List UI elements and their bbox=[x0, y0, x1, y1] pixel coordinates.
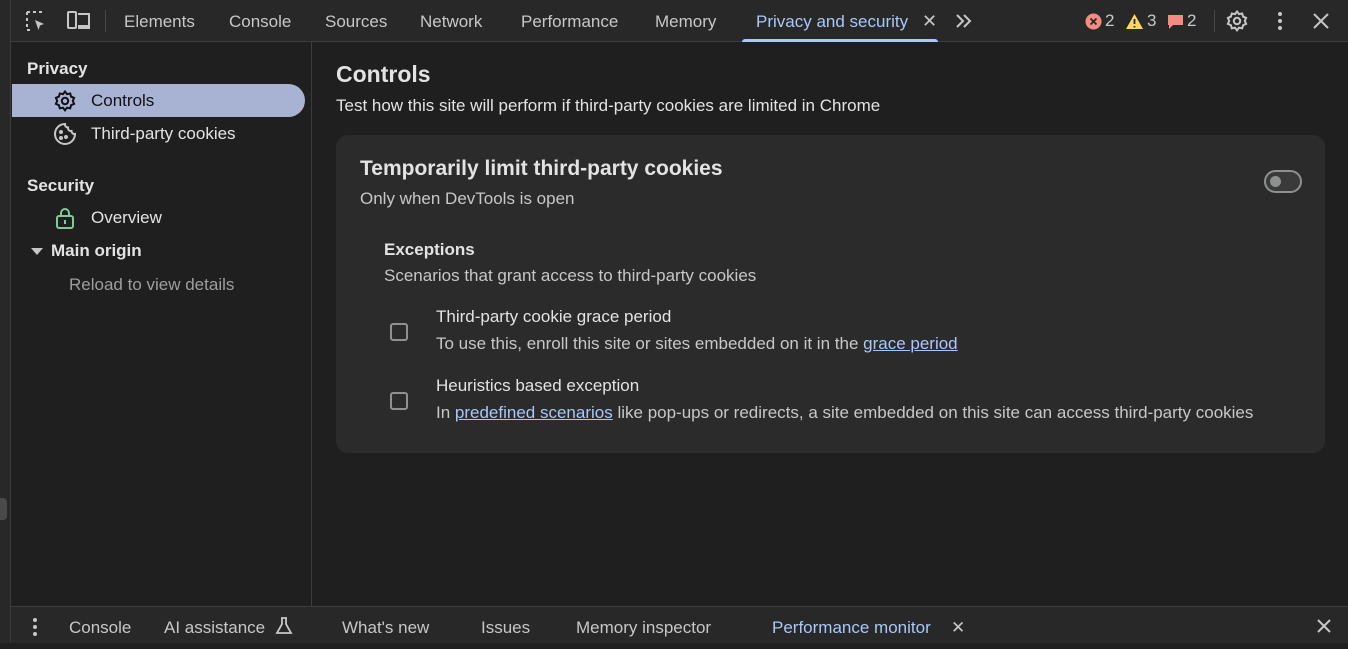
heuristics-description: In predefined scenarios like pop-ups or … bbox=[436, 403, 1253, 423]
tab-network[interactable]: Network bbox=[420, 0, 482, 42]
close-icon[interactable] bbox=[1309, 9, 1333, 33]
inspect-element-icon[interactable] bbox=[24, 9, 48, 33]
gear-icon bbox=[53, 89, 77, 113]
exceptions-subtitle: Scenarios that grant access to third-par… bbox=[384, 266, 757, 285]
tab-performance[interactable]: Performance bbox=[521, 0, 618, 42]
card-subtitle: Only when DevTools is open bbox=[360, 189, 575, 208]
sidebar-item-label: Overview bbox=[91, 207, 162, 227]
limit-cookies-toggle[interactable] bbox=[1264, 170, 1302, 193]
cookie-controls-card: Temporarily limit third-party cookies On… bbox=[336, 135, 1325, 453]
device-toolbar-icon[interactable] bbox=[66, 9, 90, 33]
errors-count: 2 bbox=[1105, 11, 1115, 30]
tab-elements[interactable]: Elements bbox=[124, 0, 195, 42]
warnings-counter[interactable]: 3 bbox=[1125, 10, 1156, 32]
drawer-menu-icon[interactable] bbox=[25, 616, 45, 643]
security-heading: Security bbox=[27, 176, 95, 195]
toolbar-divider bbox=[105, 10, 106, 32]
tab-privacy-and-security[interactable]: Privacy and security bbox=[741, 0, 939, 42]
grace-period-checkbox[interactable] bbox=[390, 323, 408, 341]
drawer-tab-issues[interactable]: Issues bbox=[481, 607, 530, 644]
main-origin-label: Main origin bbox=[51, 241, 142, 260]
predefined-scenarios-link[interactable]: predefined scenarios bbox=[455, 403, 613, 422]
tab-memory[interactable]: Memory bbox=[655, 0, 716, 42]
warnings-count: 3 bbox=[1147, 11, 1157, 30]
tab-sources[interactable]: Sources bbox=[325, 0, 387, 42]
issue-icon bbox=[1168, 14, 1183, 29]
sidebar-item-overview[interactable]: Overview bbox=[12, 201, 305, 234]
more-tabs-icon[interactable] bbox=[953, 9, 975, 33]
description-text: like pop-ups or redirects, a site embedd… bbox=[612, 403, 1254, 422]
kebab-menu-icon[interactable] bbox=[1268, 9, 1292, 33]
drawer-tab-whats-new[interactable]: What's new bbox=[342, 607, 429, 644]
page-title: Controls bbox=[336, 61, 431, 87]
drawer-tab-console[interactable]: Console bbox=[69, 607, 131, 644]
description-text: In bbox=[436, 403, 455, 422]
panel-resize-handle[interactable] bbox=[0, 498, 7, 520]
left-panel-edge bbox=[0, 0, 11, 643]
privacy-heading: Privacy bbox=[27, 59, 88, 78]
errors-counter[interactable]: 2 bbox=[1085, 10, 1114, 32]
lock-icon bbox=[53, 206, 77, 230]
cookie-icon bbox=[53, 122, 77, 146]
card-title: Temporarily limit third-party cookies bbox=[360, 157, 723, 180]
close-tab-icon[interactable]: ✕ bbox=[951, 607, 965, 644]
reload-to-view-details: Reload to view details bbox=[69, 275, 235, 294]
close-tab-icon[interactable]: ✕ bbox=[922, 0, 937, 42]
controls-panel: Controls Test how this site will perform… bbox=[312, 42, 1348, 606]
heuristics-checkbox[interactable] bbox=[390, 392, 408, 410]
privacy-security-sidebar: Privacy Controls Third-party cookies Sec… bbox=[11, 42, 312, 606]
drawer-tab-memory-inspector[interactable]: Memory inspector bbox=[576, 607, 711, 644]
toggle-knob bbox=[1270, 176, 1281, 187]
devtools-toolbar: Elements Console Sources Network Perform… bbox=[11, 0, 1348, 42]
settings-icon[interactable] bbox=[1225, 9, 1249, 33]
description-text: To use this, enroll this site or sites e… bbox=[436, 334, 864, 353]
close-drawer-icon[interactable] bbox=[1314, 616, 1334, 641]
warning-icon bbox=[1126, 13, 1143, 29]
exceptions-title: Exceptions bbox=[384, 240, 475, 259]
drawer-tab-performance-monitor[interactable]: Performance monitor bbox=[772, 607, 931, 644]
triangle-down-icon[interactable] bbox=[31, 247, 43, 255]
drawer-tab-ai-assistance[interactable]: AI assistance bbox=[164, 607, 265, 644]
page-subtitle: Test how this site will perform if third… bbox=[336, 96, 881, 115]
drawer-toolbar: Console AI assistance What's new Issues … bbox=[11, 606, 1348, 643]
issues-count: 2 bbox=[1187, 11, 1197, 30]
tab-console[interactable]: Console bbox=[229, 0, 291, 42]
issues-counter[interactable]: 2 bbox=[1167, 10, 1196, 32]
heuristics-title: Heuristics based exception bbox=[436, 376, 640, 395]
error-icon bbox=[1085, 13, 1102, 29]
sidebar-item-third-party-cookies[interactable]: Third-party cookies bbox=[12, 117, 305, 150]
grace-period-description: To use this, enroll this site or sites e… bbox=[436, 334, 958, 354]
grace-period-link[interactable]: grace period bbox=[863, 334, 958, 353]
grace-period-title: Third-party cookie grace period bbox=[436, 307, 672, 326]
main-origin-tree-item[interactable]: Main origin bbox=[31, 241, 142, 261]
sidebar-item-label: Third-party cookies bbox=[91, 123, 236, 143]
sidebar-item-controls[interactable]: Controls bbox=[12, 84, 305, 117]
toolbar-divider bbox=[1214, 10, 1215, 32]
flask-icon bbox=[275, 616, 293, 641]
sidebar-item-label: Controls bbox=[91, 90, 155, 110]
